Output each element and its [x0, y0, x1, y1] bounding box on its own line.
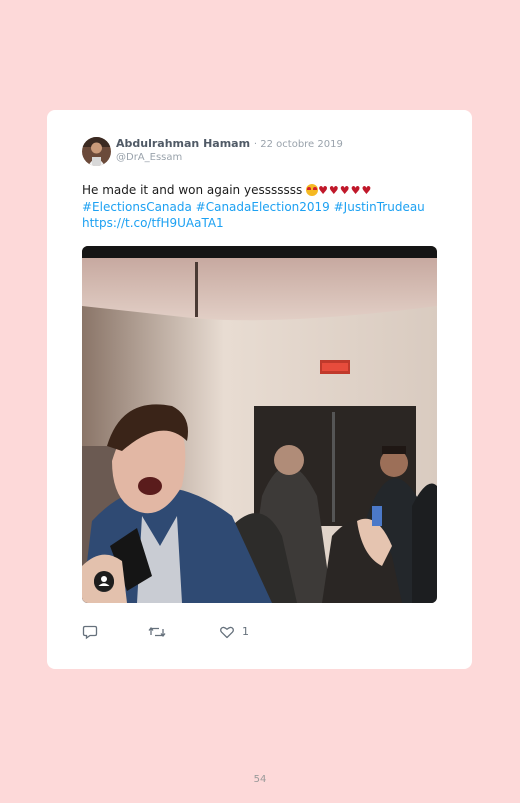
author-name[interactable]: Abdulrahman Hamam [116, 137, 250, 150]
tweet-card: Abdulrahman Hamam · 22 octobre 2019 @DrA… [47, 110, 472, 669]
tweet-message: He made it and won again yesssssss [82, 183, 303, 197]
user-icon[interactable] [94, 571, 114, 591]
page-number: 54 [253, 774, 267, 785]
avatar[interactable] [82, 137, 111, 166]
tweet-video[interactable] [82, 246, 437, 603]
retweet-icon [148, 626, 166, 638]
author-handle[interactable]: @DrA_Essam [116, 152, 182, 163]
like-button[interactable] [219, 624, 237, 642]
hearts-emoji-icon: ♥♥♥♥♥ [318, 184, 373, 197]
tweet-text-line: He made it and won again yesssssss ♥♥♥♥♥ [82, 182, 432, 199]
tweet-hashtags[interactable]: #ElectionsCanada #CanadaElection2019 #Ju… [82, 199, 432, 215]
tweet-date[interactable]: · 22 octobre 2019 [254, 139, 343, 150]
like-count: 1 [242, 625, 249, 638]
heart-icon [220, 626, 234, 639]
comment-icon [82, 625, 98, 640]
video-frame [82, 246, 437, 603]
heart-eyes-emoji-icon [306, 184, 319, 196]
reply-button[interactable] [82, 624, 98, 642]
avatar-image [82, 137, 111, 166]
tweet-text: He made it and won again yesssssss ♥♥♥♥♥… [82, 182, 432, 231]
author-line: Abdulrahman Hamam · 22 octobre 2019 [116, 137, 343, 150]
tweet-actions: 1 [82, 624, 282, 642]
retweet-button[interactable] [148, 624, 166, 642]
tweet-link[interactable]: https://t.co/tfH9UAaTA1 [82, 215, 432, 231]
